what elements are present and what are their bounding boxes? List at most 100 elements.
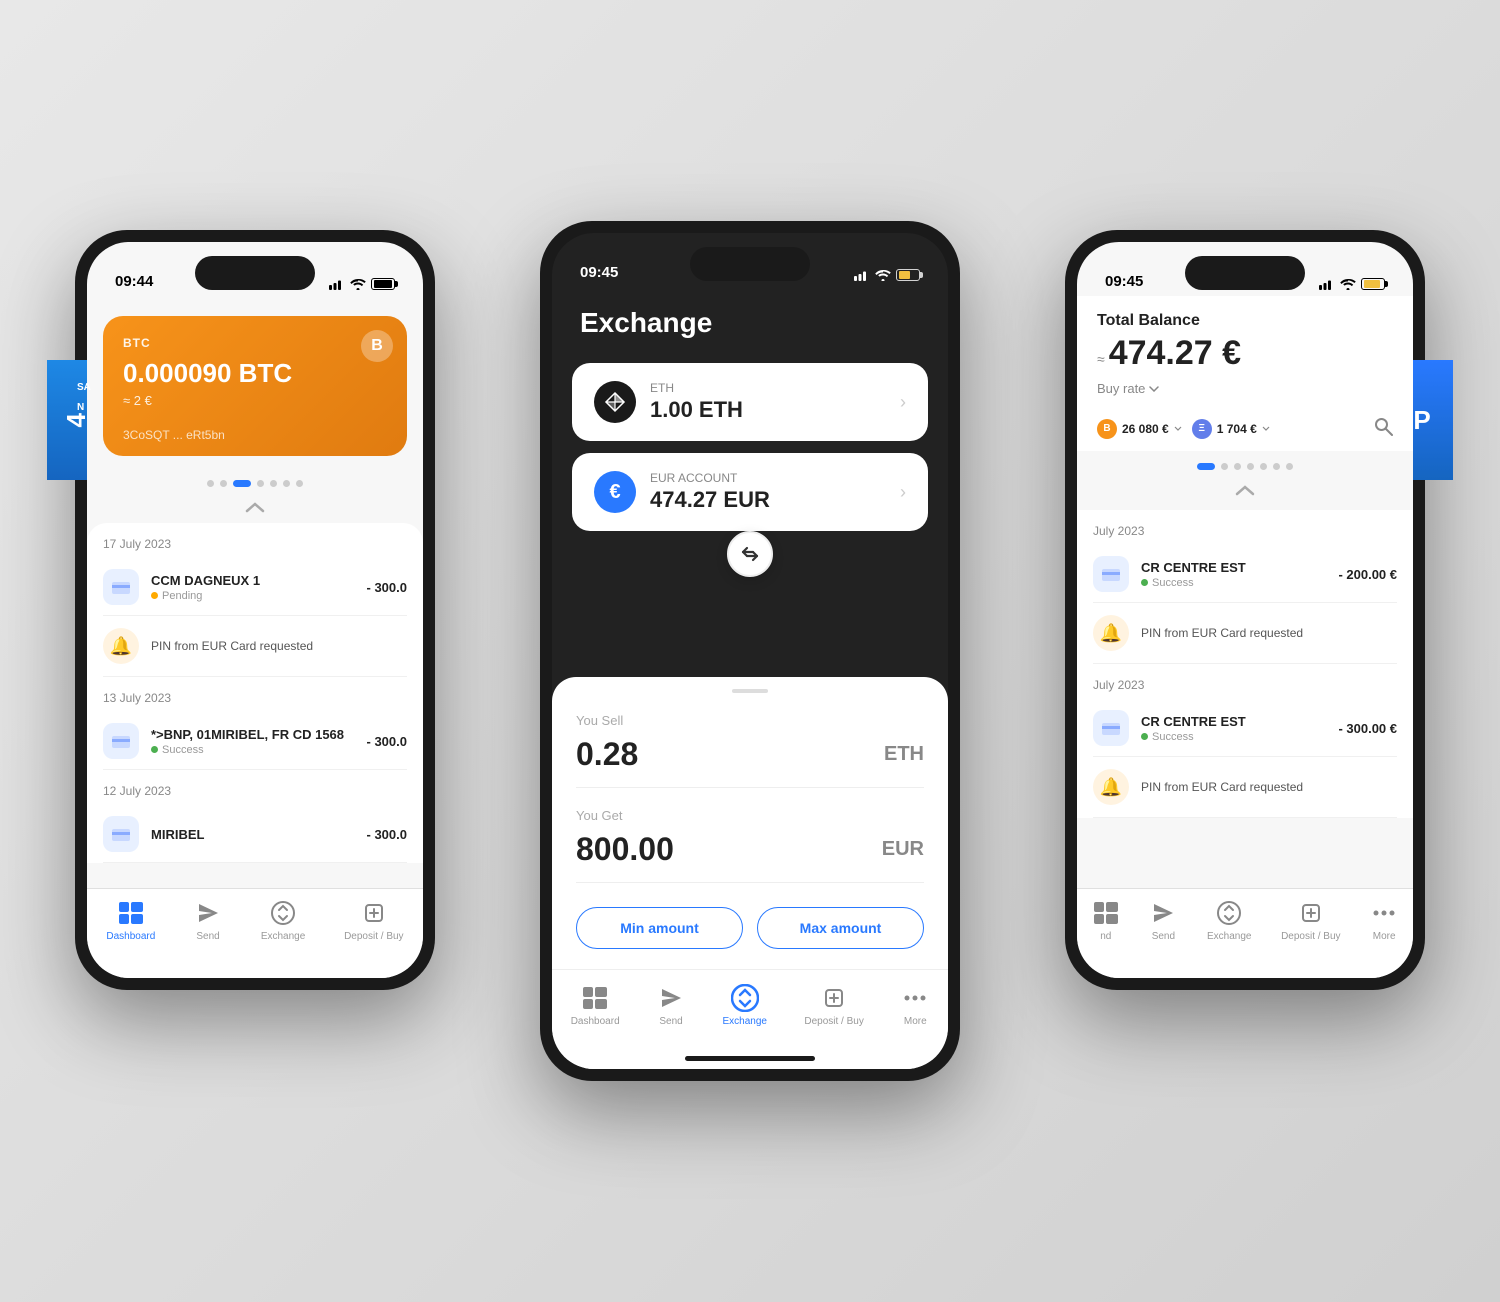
max-amount-button[interactable]: Max amount	[757, 907, 924, 949]
phone-right: P 09:45	[1065, 230, 1425, 990]
search-icon[interactable]	[1373, 416, 1393, 441]
right-header-row: Total Balance ≈ 474.27 €	[1097, 312, 1393, 373]
right-tx-amount-2: - 300.00 €	[1338, 721, 1397, 736]
right-status-dot-1	[1141, 579, 1148, 586]
right-tx-status-label-2: Success	[1152, 731, 1194, 743]
eur-value: 474.27 EUR	[650, 487, 770, 513]
left-dynamic-island	[195, 256, 315, 290]
center-nav-label-more: More	[904, 1016, 927, 1027]
right-nav-more[interactable]: More	[1370, 899, 1398, 942]
right-table-row-2[interactable]: CR CENTRE EST Success - 300.00 €	[1093, 700, 1397, 757]
nav-exchange-left[interactable]: Exchange	[261, 899, 305, 942]
center-dashboard-icon	[581, 984, 609, 1012]
deposit-icon	[360, 899, 388, 927]
right-dynamic-island	[1185, 256, 1305, 290]
notif-text: PIN from EUR Card requested	[151, 638, 313, 655]
buy-rate-row[interactable]: Buy rate	[1097, 381, 1393, 396]
get-amount: 800.00	[576, 831, 674, 868]
eth-chevron: ›	[900, 392, 906, 413]
right-nav-send[interactable]: Send	[1149, 899, 1177, 942]
table-row[interactable]: *>BNP, 01MIRIBEL, FR CD 1568 Success - 3…	[103, 713, 407, 770]
sheet-handle[interactable]	[732, 689, 768, 693]
eth-card[interactable]: ETH 1.00 ETH ›	[572, 363, 928, 441]
nav-deposit-left[interactable]: Deposit / Buy	[344, 899, 403, 942]
tx-date-1: 17 July 2023	[103, 523, 407, 559]
center-battery-icon	[896, 269, 920, 281]
left-bottom-nav: Dashboard Send Exchange	[87, 888, 423, 978]
right-notification-2: 🔔 PIN from EUR Card requested	[1093, 757, 1397, 818]
btc-price-chevron	[1174, 426, 1182, 431]
tx-icon	[103, 569, 139, 605]
eur-card[interactable]: € EUR ACCOUNT 474.27 EUR ›	[572, 453, 928, 531]
right-exchange-icon	[1215, 899, 1243, 927]
center-nav-send[interactable]: Send	[657, 984, 685, 1027]
signal-icon	[329, 279, 345, 290]
right-status-dot-2	[1141, 733, 1148, 740]
exchange-icon	[269, 899, 297, 927]
tx-icon-3	[103, 816, 139, 852]
dot-5	[270, 480, 277, 487]
tx-status-label-2: Success	[162, 744, 204, 756]
table-row[interactable]: CCM DAGNEUX 1 Pending - 300.0	[103, 559, 407, 616]
right-tx-info-2: CR CENTRE EST Success	[1141, 714, 1326, 743]
min-max-row: Min amount Max amount	[576, 907, 924, 949]
eth-icon	[594, 381, 636, 423]
center-nav-dashboard[interactable]: Dashboard	[571, 984, 620, 1027]
right-nav-exchange[interactable]: Exchange	[1207, 899, 1251, 942]
sell-amount-row[interactable]: 0.28 ETH	[576, 736, 924, 788]
right-collapse-arrow[interactable]	[1077, 478, 1413, 502]
btc-card[interactable]: BTC B 0.000090 BTC ≈ 2 € 3CoSQT ... eRt5…	[103, 316, 407, 456]
eth-price-chevron	[1262, 426, 1270, 431]
right-header: Total Balance ≈ 474.27 € Buy rate	[1077, 296, 1413, 406]
min-amount-button[interactable]: Min amount	[576, 907, 743, 949]
eur-sub: EUR ACCOUNT	[650, 471, 770, 485]
nav-dashboard-left[interactable]: Dashboard	[106, 899, 155, 942]
center-dynamic-island	[690, 247, 810, 281]
center-signal-icon	[854, 270, 870, 281]
right-nav-deposit[interactable]: Deposit / Buy	[1281, 899, 1340, 942]
tx-status: Pending	[151, 590, 355, 602]
nav-send-left[interactable]: Send	[194, 899, 222, 942]
right-dashboard-icon	[1092, 899, 1120, 927]
approx-symbol: ≈	[1097, 351, 1105, 367]
get-label: You Get	[576, 808, 924, 823]
center-deposit-icon	[820, 984, 848, 1012]
table-row-3[interactable]: MIRIBEL - 300.0	[103, 806, 407, 863]
dot-3	[233, 480, 251, 487]
btc-card-amount: 0.000090 BTC	[123, 358, 387, 389]
right-notif-text-1: PIN from EUR Card requested	[1141, 625, 1303, 642]
get-amount-row[interactable]: 800.00 EUR	[576, 831, 924, 883]
center-nav-more[interactable]: More	[901, 984, 929, 1027]
right-balance-section: Total Balance ≈ 474.27 €	[1097, 312, 1241, 373]
center-more-icon	[901, 984, 929, 1012]
right-bell-icon-2: 🔔	[1093, 769, 1129, 805]
nav-label-dashboard: Dashboard	[106, 931, 155, 942]
right-bell-icon-1: 🔔	[1093, 615, 1129, 651]
left-collapse-arrow[interactable]	[87, 495, 423, 519]
center-nav-exchange[interactable]: Exchange	[722, 984, 766, 1027]
battery-icon	[371, 278, 395, 290]
center-nav-label-deposit: Deposit / Buy	[804, 1016, 863, 1027]
sell-currency: ETH	[884, 743, 924, 766]
eth-card-left: ETH 1.00 ETH	[594, 381, 743, 423]
dot-4	[257, 480, 264, 487]
right-nav-label-send: Send	[1152, 931, 1175, 942]
right-table-row-1[interactable]: CR CENTRE EST Success - 200.00 €	[1093, 546, 1397, 603]
right-tx-icon-1	[1093, 556, 1129, 592]
center-content: Exchange ETH 1.00 ETH ›	[552, 287, 948, 1069]
right-dot-6	[1273, 463, 1280, 470]
center-bottom-nav: Dashboard Send Exchange	[552, 969, 948, 1069]
right-tx-name-2: CR CENTRE EST	[1141, 714, 1326, 729]
dot-1	[207, 480, 214, 487]
right-battery-icon	[1361, 278, 1385, 290]
eur-card-left: € EUR ACCOUNT 474.27 EUR	[594, 471, 770, 513]
right-send-icon	[1149, 899, 1177, 927]
center-nav-deposit[interactable]: Deposit / Buy	[804, 984, 863, 1027]
right-nav-label-deposit: Deposit / Buy	[1281, 931, 1340, 942]
right-nav-nd[interactable]: nd	[1092, 899, 1120, 942]
buy-rate-label: Buy rate	[1097, 381, 1145, 396]
swap-button[interactable]	[727, 531, 773, 577]
right-notif-text-2: PIN from EUR Card requested	[1141, 779, 1303, 796]
sell-amount: 0.28	[576, 736, 638, 773]
btc-card-icon: B	[361, 330, 393, 362]
